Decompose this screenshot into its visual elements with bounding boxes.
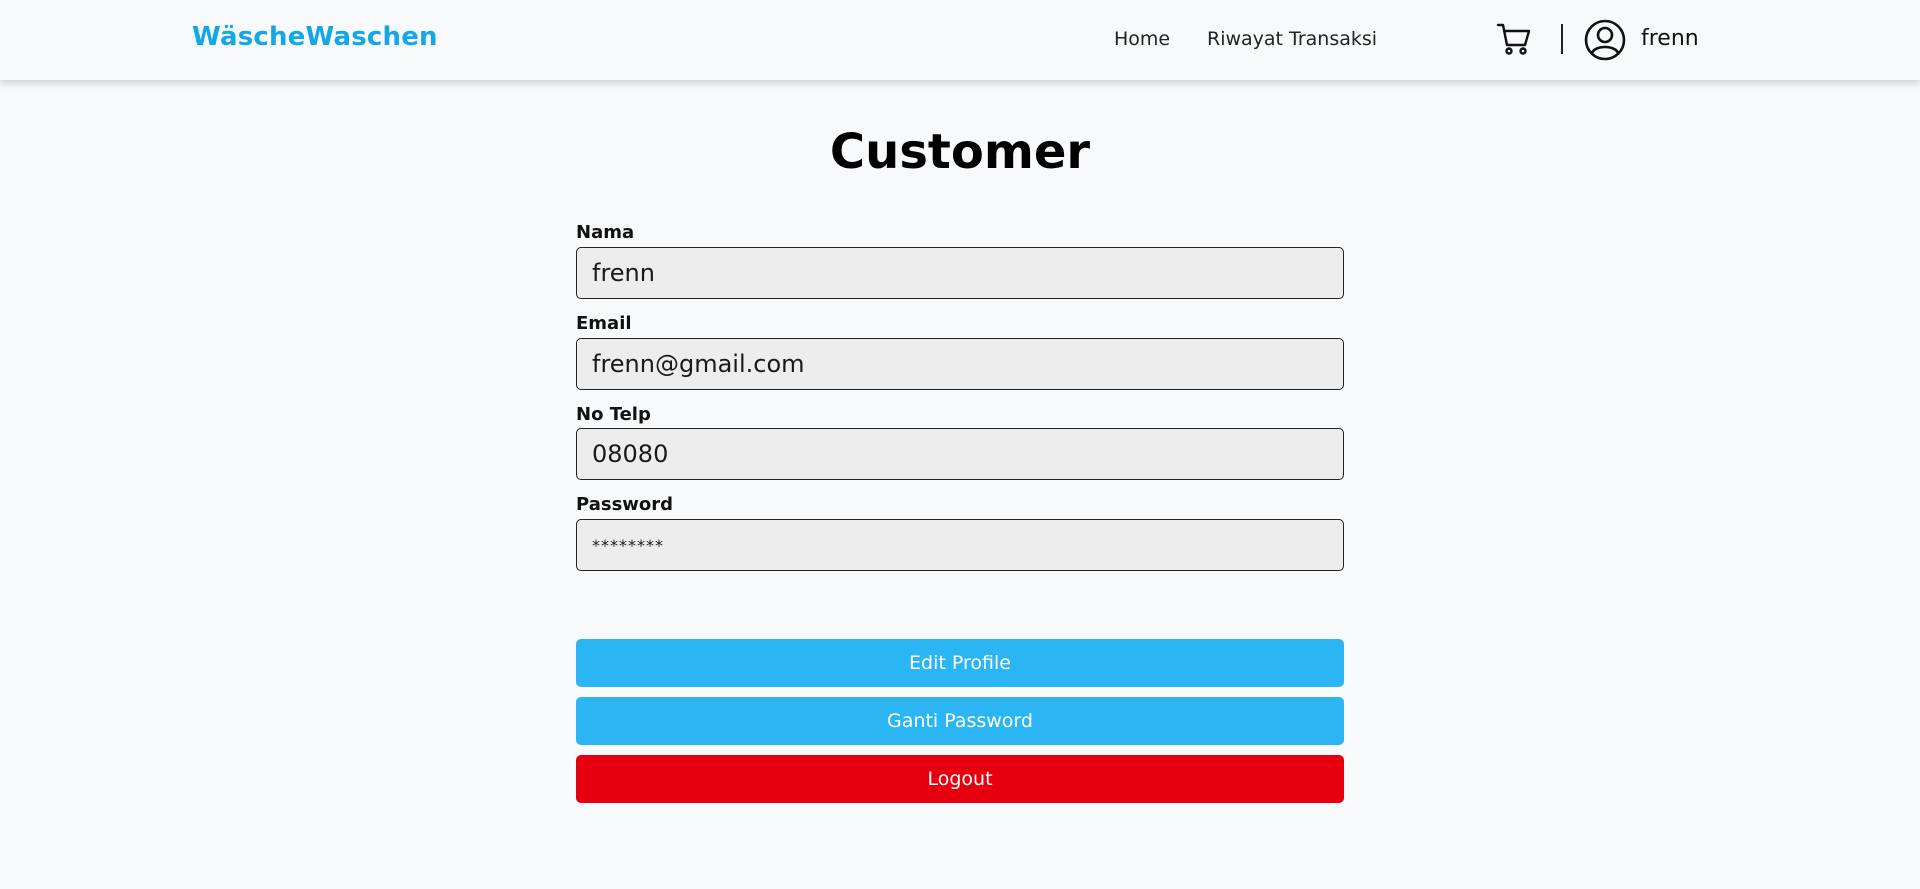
navbar-divider [1561,24,1563,54]
nav-link-home[interactable]: Home [1114,28,1170,50]
nama-input[interactable] [576,247,1344,299]
no-telp-input[interactable] [576,428,1344,480]
user-circle-icon[interactable] [1584,19,1626,61]
email-input[interactable] [576,338,1344,390]
cart-icon[interactable] [1496,21,1532,57]
brand-logo[interactable]: WäscheWaschen [192,22,438,52]
nama-label: Nama [576,222,635,243]
ganti-password-button[interactable]: Ganti Password [576,697,1344,745]
page-title: Customer [829,124,1091,180]
email-label: Email [576,313,632,334]
logout-button[interactable]: Logout [576,755,1344,803]
navbar: WäscheWaschen Home Riwayat Transaksi fre… [0,0,1920,80]
password-input[interactable] [576,519,1344,571]
password-label: Password [576,494,674,515]
edit-profile-button[interactable]: Edit Profile [576,639,1344,687]
username-label[interactable]: frenn [1641,26,1699,51]
nav-link-riwayat-transaksi[interactable]: Riwayat Transaksi [1207,28,1377,50]
no-telp-label: No Telp [576,404,651,425]
